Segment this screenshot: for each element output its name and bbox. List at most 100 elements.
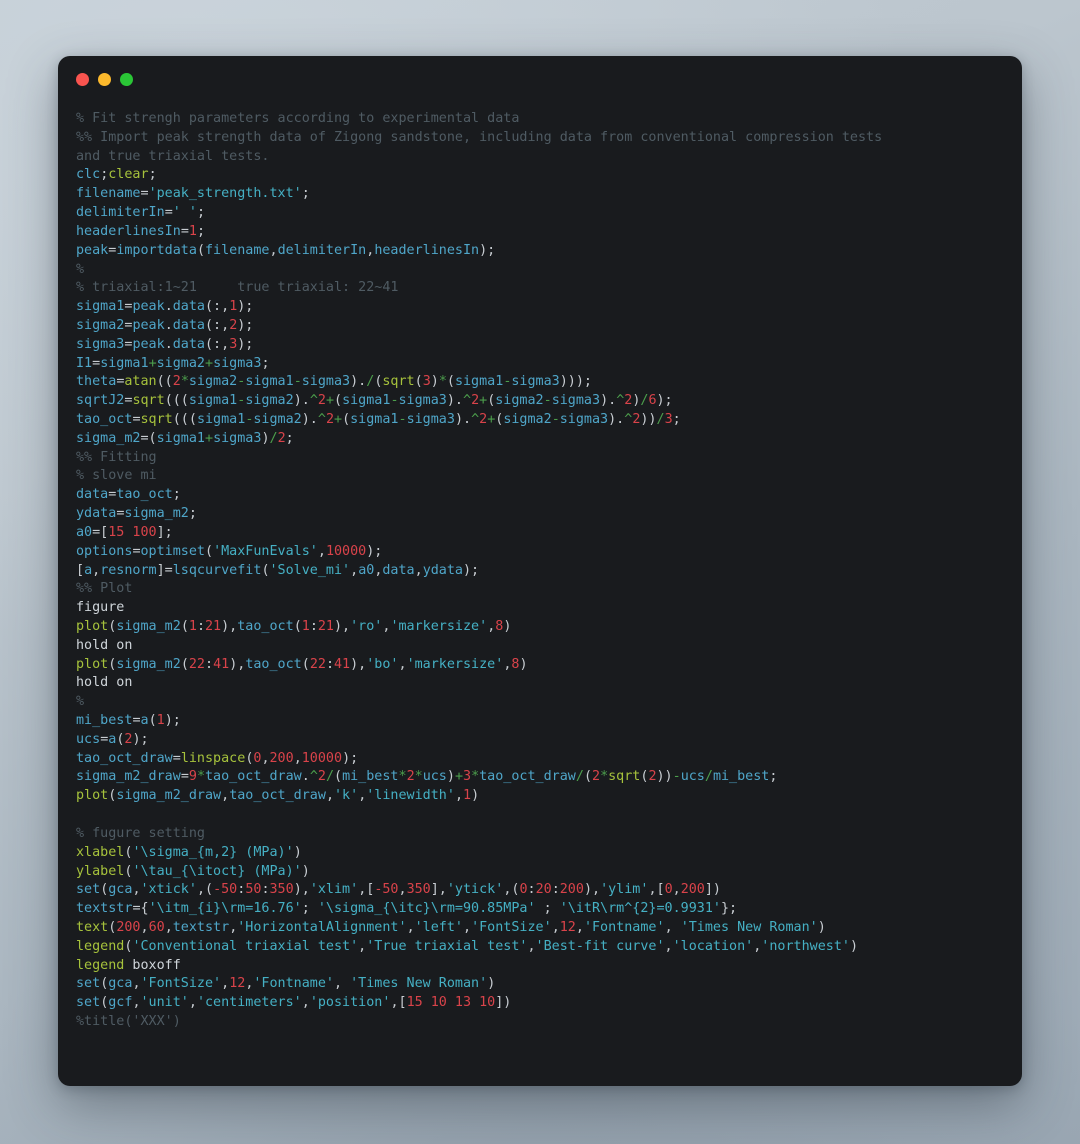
code-line: sigma3=peak.data(:,3); xyxy=(76,336,1002,355)
code-token-num: -50 xyxy=(374,882,399,898)
code-token-num: 200 xyxy=(559,882,584,898)
maximize-button[interactable] xyxy=(120,72,133,86)
code-token-str: 'True triaxial test' xyxy=(366,938,528,954)
code-token-pun: ))); xyxy=(559,374,592,390)
code-token-str: '\sigma_{\itc}\rm=90.85MPa' xyxy=(317,901,536,917)
code-token-fn: ylabel xyxy=(76,863,125,879)
code-token-pun: ) xyxy=(519,656,528,672)
code-token-pun: : xyxy=(261,882,270,898)
code-token-str: 'Conventional triaxial test' xyxy=(132,938,359,954)
code-token-num: 0 xyxy=(664,882,673,898)
code-token-pun: , xyxy=(551,919,560,935)
code-line: theta=atan((2*sigma2-sigma1-sigma3)./(sq… xyxy=(76,373,1002,392)
code-token-pun: , xyxy=(188,995,197,1011)
code-token-str: 'left' xyxy=(414,919,463,935)
code-token-pun: ,[ xyxy=(358,882,375,898)
code-token-op: / xyxy=(704,769,713,785)
code-token-id: sigma1 xyxy=(454,374,504,390)
code-line: ydata=sigma_m2; xyxy=(76,505,1002,524)
code-token-num: 22 xyxy=(309,656,326,672)
code-line: data=tao_oct; xyxy=(76,486,1002,505)
code-token-pun: ); xyxy=(479,242,496,258)
code-token-op: + xyxy=(325,393,334,409)
code-token-pun: ( xyxy=(196,242,205,258)
code-token-pun: = xyxy=(132,543,141,559)
code-token-pun: ) xyxy=(293,844,302,860)
code-token-num: 3 xyxy=(422,374,431,390)
code-token-num: 1 xyxy=(301,618,310,634)
code-token-str: '\sigma_{m,2} (MPa)' xyxy=(132,844,294,860)
code-line: sqrtJ2=sqrt(((sigma1-sigma2).^2+(sigma1-… xyxy=(76,392,1002,411)
code-token-str: 'ro' xyxy=(350,618,383,634)
code-token-id: sigma3 xyxy=(551,393,601,409)
code-token-id: mi_best xyxy=(76,713,133,728)
code-token-op: * xyxy=(600,769,609,785)
code-token-num: 200 xyxy=(680,882,705,898)
code-token-str: 'HorizontalAlignment' xyxy=(237,919,407,935)
code-token-pun: =( xyxy=(140,430,157,446)
code-token-com: %% Fitting xyxy=(76,449,157,465)
code-token-op: / xyxy=(656,412,665,427)
code-token-id: set xyxy=(76,976,101,992)
code-token-pun: ; xyxy=(301,186,310,202)
code-token-num: 41 xyxy=(334,656,351,672)
code-token-id: sigma2 xyxy=(503,412,552,427)
code-token-com: % xyxy=(76,261,85,277)
code-token-num: 2 xyxy=(325,412,334,427)
code-token-op: / xyxy=(575,769,584,785)
code-token-pun: ), xyxy=(293,882,310,898)
code-token-pun: =[ xyxy=(92,524,109,540)
code-line: legend('Conventional triaxial test','Tru… xyxy=(76,938,1002,957)
close-button[interactable] xyxy=(76,72,89,86)
code-token-str: 'markersize' xyxy=(390,618,488,634)
code-token-pun: ( xyxy=(334,769,343,785)
code-token-num: 3 xyxy=(664,412,673,427)
code-token-num: 0 xyxy=(519,882,528,898)
code-token-com: and true triaxial tests. xyxy=(76,148,270,164)
code-token-id: headerlinesIn xyxy=(374,242,480,258)
code-token-str: 'Times New Roman' xyxy=(680,919,818,935)
code-token-num: 10000 xyxy=(301,750,343,766)
code-token-op: - xyxy=(398,412,407,427)
code-token-pl: figure xyxy=(76,600,125,616)
code-line: plot(sigma_m2_draw,tao_oct_draw,'k','lin… xyxy=(76,787,1002,806)
code-line: plot(sigma_m2(1:21),tao_oct(1:21),'ro','… xyxy=(76,618,1002,637)
code-area[interactable]: % Fit strengh parameters according to ex… xyxy=(58,102,1022,1050)
code-token-num: 12 xyxy=(559,919,576,935)
code-token-pl: boxoff xyxy=(124,957,181,973)
minimize-button[interactable] xyxy=(98,72,111,86)
code-token-pun: , xyxy=(132,995,141,1011)
code-block[interactable]: % Fit strengh parameters according to ex… xyxy=(76,110,1002,1032)
code-token-pun: ). xyxy=(454,412,472,427)
code-line: plot(sigma_m2(22:41),tao_oct(22:41),'bo'… xyxy=(76,656,1002,675)
code-token-pun: ], xyxy=(430,882,447,898)
code-token-pun: ); xyxy=(237,299,254,315)
code-token-num: 20 xyxy=(535,882,552,898)
code-token-op: ^ xyxy=(463,393,472,409)
code-token-fn: plot xyxy=(76,656,109,672)
code-token-pun: , xyxy=(406,919,415,935)
code-token-pun: , xyxy=(350,562,359,578)
code-token-pun: ,[ xyxy=(648,882,665,898)
code-token-str: 'location' xyxy=(672,938,754,954)
code-token-id: ucs xyxy=(76,731,101,747)
code-token-num: 21 xyxy=(317,618,334,634)
code-token-id: filename xyxy=(205,242,270,258)
code-token-id: gcf xyxy=(108,995,133,1011)
code-token-pun: (:, xyxy=(205,299,230,315)
code-token-pun: ), xyxy=(583,882,601,898)
code-token-str: 'Solve_mi' xyxy=(269,562,351,578)
code-token-id: filename xyxy=(76,186,141,202)
code-token-id: textstr xyxy=(172,919,230,935)
code-token-id: sigma2 xyxy=(156,355,205,371)
code-token-id: headerlinesIn xyxy=(76,223,181,239)
code-token-pun: : xyxy=(205,656,214,672)
code-token-pun: , xyxy=(575,919,584,935)
code-token-op: + xyxy=(479,393,488,409)
code-token-pun: ( xyxy=(261,562,270,578)
code-token-str: 'FontSize' xyxy=(140,976,222,992)
code-token-pun: , xyxy=(325,788,334,804)
code-token-fn: legend xyxy=(76,938,125,954)
code-token-pun: , xyxy=(414,562,423,578)
code-token-id: I1 xyxy=(76,355,93,371)
